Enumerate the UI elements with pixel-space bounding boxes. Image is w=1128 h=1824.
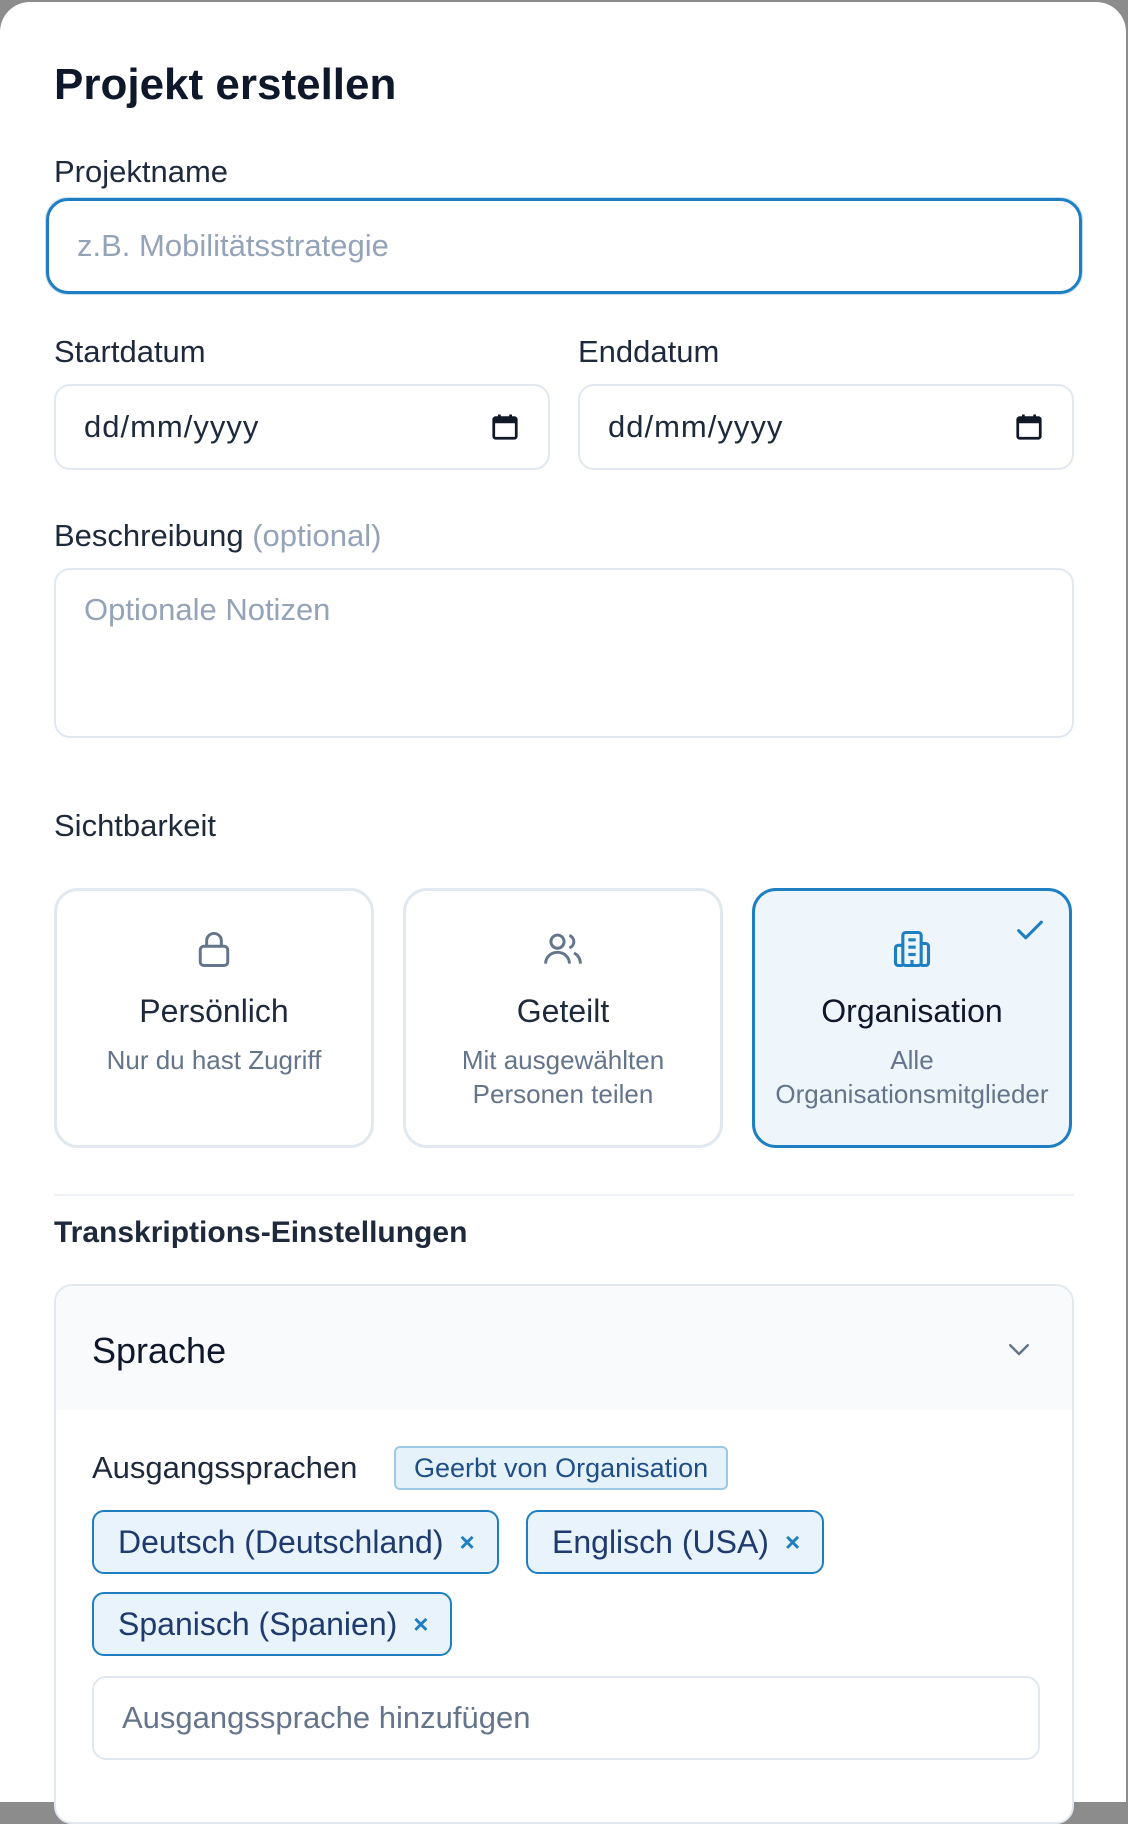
visibility-option-title: Persönlich bbox=[139, 993, 289, 1029]
inherited-badge: Geerbt von Organisation bbox=[394, 1446, 729, 1490]
building-icon bbox=[893, 930, 931, 968]
start-date-placeholder: dd/mm/yyyy bbox=[84, 409, 260, 444]
create-project-dialog: Projekt erstellen Projektname z.B. Mobil… bbox=[0, 2, 1126, 1824]
visibility-option-desc: Alle Organisationsmitglieder bbox=[761, 1043, 1063, 1111]
end-date-placeholder: dd/mm/yyyy bbox=[608, 409, 784, 444]
language-accordion: Sprache Ausgangssprachen Geerbt von Orga… bbox=[54, 1284, 1074, 1824]
description-label-text: Beschreibung bbox=[54, 518, 244, 553]
chip-remove-icon[interactable]: × bbox=[413, 1609, 428, 1640]
calendar-icon[interactable] bbox=[1014, 412, 1044, 442]
check-icon bbox=[1017, 920, 1043, 940]
description-label: Beschreibung (optional) bbox=[54, 518, 381, 554]
section-divider bbox=[54, 1194, 1074, 1196]
chevron-down-icon[interactable] bbox=[1004, 1334, 1034, 1364]
visibility-option-desc: Mit ausgewählten Personen teilen bbox=[412, 1043, 714, 1111]
calendar-icon[interactable] bbox=[490, 412, 520, 442]
add-language-placeholder: Ausgangssprache hinzufügen bbox=[122, 1700, 531, 1735]
desc-line: Personen teilen bbox=[472, 1079, 654, 1109]
accordion-title: Sprache bbox=[92, 1330, 227, 1371]
chip-label: Englisch (USA) bbox=[552, 1523, 769, 1560]
visibility-option-desc: Nur du hast Zugriff bbox=[63, 1043, 365, 1077]
chip-label: Spanisch (Spanien) bbox=[118, 1605, 398, 1642]
language-accordion-header[interactable]: Sprache bbox=[56, 1286, 1072, 1410]
visibility-option-title: Organisation bbox=[821, 993, 1003, 1029]
desc-line: Nur du hast Zugriff bbox=[106, 1045, 322, 1075]
add-source-language-input[interactable]: Ausgangssprache hinzufügen bbox=[92, 1676, 1040, 1760]
start-date-input[interactable]: dd/mm/yyyy bbox=[54, 384, 550, 470]
project-name-label: Projektname bbox=[54, 154, 229, 189]
visibility-option-organisation[interactable]: Organisation Alle Organisationsmitgliede… bbox=[752, 888, 1072, 1148]
desc-line: Alle bbox=[890, 1045, 934, 1075]
lock-icon bbox=[198, 932, 230, 967]
project-name-input[interactable]: z.B. Mobilitätsstrategie bbox=[46, 198, 1082, 294]
desc-line: Mit ausgewählten bbox=[461, 1045, 665, 1075]
language-chip: Spanisch (Spanien) × bbox=[92, 1592, 453, 1656]
optional-hint: (optional) bbox=[252, 518, 382, 553]
end-date-label: Enddatum bbox=[578, 334, 720, 369]
end-date-input[interactable]: dd/mm/yyyy bbox=[578, 384, 1074, 470]
chip-label: Deutsch (Deutschland) bbox=[118, 1523, 444, 1560]
visibility-option-personal[interactable]: Persönlich Nur du hast Zugriff bbox=[54, 888, 374, 1148]
visibility-label: Sichtbarkeit bbox=[54, 808, 216, 843]
description-placeholder: Optionale Notizen bbox=[84, 592, 331, 627]
project-name-placeholder: z.B. Mobilitätsstrategie bbox=[77, 228, 389, 263]
description-textarea[interactable]: Optionale Notizen bbox=[54, 568, 1074, 738]
visibility-option-shared[interactable]: Geteilt Mit ausgewählten Personen teilen bbox=[403, 888, 723, 1148]
transcription-settings-title: Transkriptions-Einstellungen bbox=[54, 1216, 468, 1249]
chip-remove-icon[interactable]: × bbox=[459, 1527, 474, 1558]
desc-line: Organisationsmitglieder bbox=[775, 1079, 1049, 1109]
source-languages-label: Ausgangssprachen bbox=[92, 1450, 358, 1485]
chip-remove-icon[interactable]: × bbox=[785, 1527, 800, 1558]
start-date-label: Startdatum bbox=[54, 334, 206, 369]
dialog-title: Projekt erstellen bbox=[54, 60, 397, 109]
visibility-option-title: Geteilt bbox=[516, 993, 610, 1029]
language-chip: Deutsch (Deutschland) × bbox=[92, 1510, 499, 1574]
users-icon bbox=[544, 933, 582, 964]
language-chip: Englisch (USA) × bbox=[526, 1510, 825, 1574]
